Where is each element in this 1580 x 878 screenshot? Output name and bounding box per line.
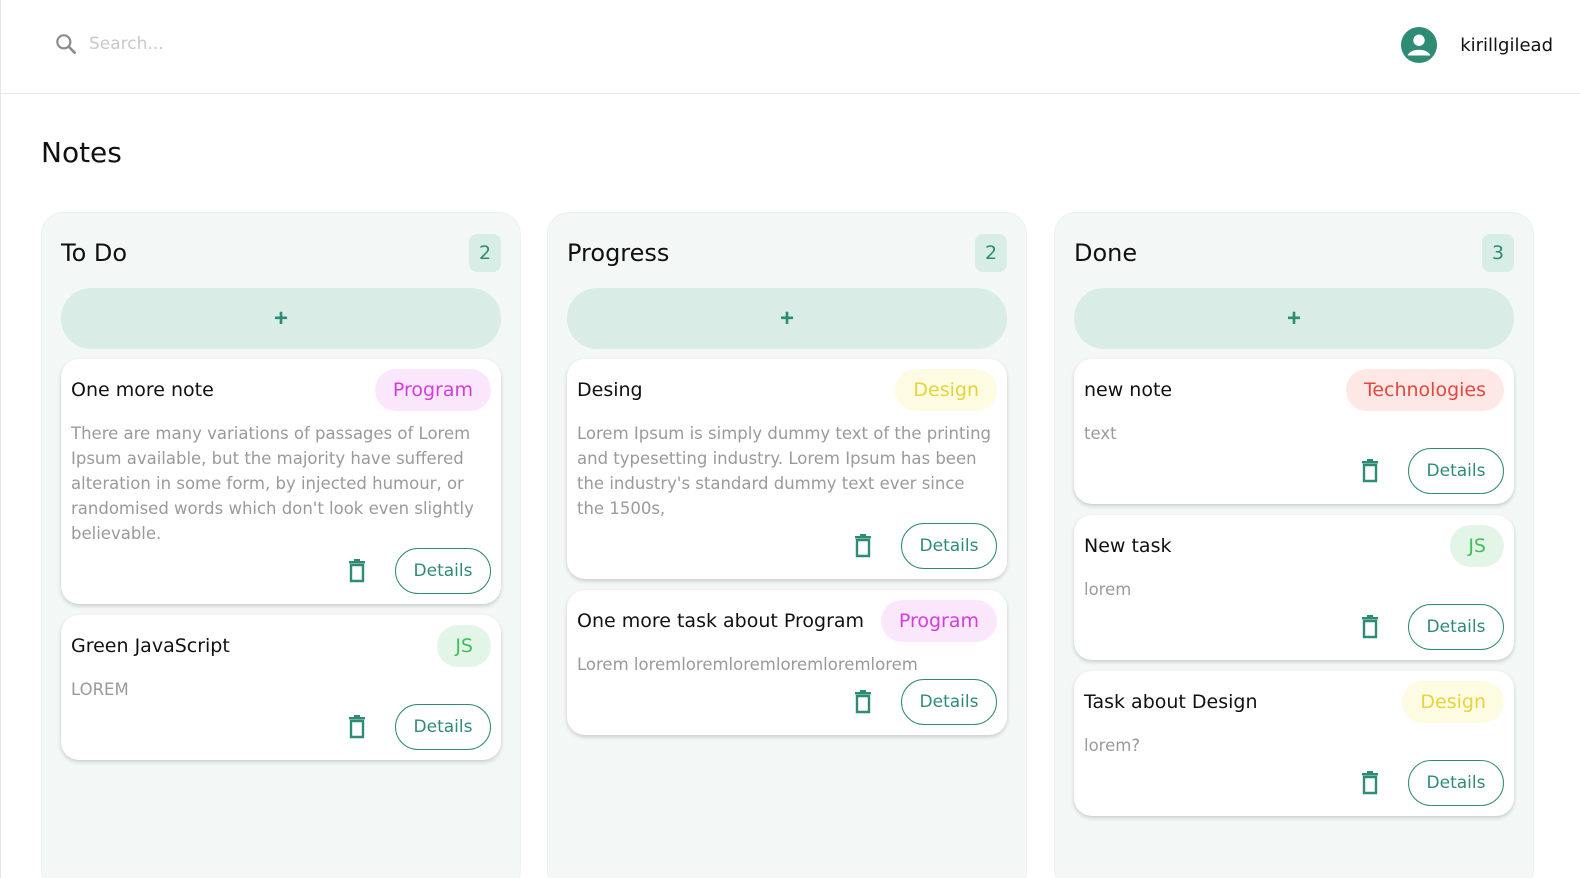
user-avatar-icon[interactable] <box>1400 26 1438 64</box>
card-title: New task <box>1084 535 1172 557</box>
card-title: One more note <box>71 379 214 401</box>
trash-icon[interactable] <box>346 715 368 739</box>
note-card[interactable]: New task JS lorem Details <box>1074 515 1514 660</box>
details-button[interactable]: Details <box>1408 760 1504 806</box>
tag-badge: Program <box>374 369 491 411</box>
trash-icon[interactable] <box>1359 615 1381 639</box>
card-description: Lorem loremloremloremloremloremlorem <box>577 655 918 674</box>
trash-icon[interactable] <box>1359 771 1381 795</box>
column-title: Progress <box>567 239 670 267</box>
column-header: Progress 2 <box>567 233 1007 273</box>
note-card[interactable]: Task about Design Design lorem? Details <box>1074 671 1514 816</box>
card-list: One more note Program There are many var… <box>61 359 501 771</box>
note-card[interactable]: One more task about Program Program Lore… <box>567 590 1007 735</box>
trash-icon[interactable] <box>346 559 368 583</box>
column-done: Done 3 + new note Technologies text Deta… <box>1054 212 1534 878</box>
column-header: Done 3 <box>1074 233 1514 273</box>
app-root: kirillgilead Notes To Do 2 + One more no… <box>0 0 1580 878</box>
card-title: Task about Design <box>1084 691 1258 713</box>
details-button[interactable]: Details <box>901 679 997 725</box>
card-list: new note Technologies text Details New t… <box>1074 359 1514 827</box>
card-description: lorem? <box>1084 736 1141 755</box>
column-count-badge: 3 <box>1482 234 1514 272</box>
trash-icon[interactable] <box>852 534 874 558</box>
add-note-button[interactable]: + <box>567 288 1007 349</box>
column-progress: Progress 2 + Desing Design Lorem Ipsum i… <box>547 212 1027 878</box>
tag-badge: Program <box>880 600 997 642</box>
card-title: Desing <box>577 379 643 401</box>
card-title: new note <box>1084 379 1173 401</box>
card-title: One more task about Program <box>577 610 865 632</box>
search-bar <box>53 30 353 58</box>
page-title: Notes <box>41 136 122 169</box>
add-note-button[interactable]: + <box>61 288 501 349</box>
tag-badge: JS <box>437 625 491 667</box>
column-count-badge: 2 <box>975 234 1007 272</box>
top-bar: kirillgilead <box>1 0 1580 94</box>
column-todo: To Do 2 + One more note Program There ar… <box>41 212 521 878</box>
details-button[interactable]: Details <box>395 548 491 594</box>
card-description: LOREM <box>71 680 129 699</box>
card-list: Desing Design Lorem Ipsum is simply dumm… <box>567 359 1007 746</box>
kanban-board: To Do 2 + One more note Program There ar… <box>41 212 1541 878</box>
details-button[interactable]: Details <box>395 704 491 750</box>
tag-badge: JS <box>1450 525 1504 567</box>
note-card[interactable]: new note Technologies text Details <box>1074 359 1514 504</box>
note-card[interactable]: Green JavaScript JS LOREM Details <box>61 615 501 760</box>
add-note-button[interactable]: + <box>1074 288 1514 349</box>
tag-badge: Technologies <box>1345 369 1504 411</box>
user-menu[interactable]: kirillgilead <box>1400 25 1553 65</box>
details-button[interactable]: Details <box>901 523 997 569</box>
tag-badge: Design <box>1402 681 1504 723</box>
details-button[interactable]: Details <box>1408 448 1504 494</box>
trash-icon[interactable] <box>852 690 874 714</box>
note-card[interactable]: One more note Program There are many var… <box>61 359 501 604</box>
column-title: Done <box>1074 239 1138 267</box>
column-header: To Do 2 <box>61 233 501 273</box>
card-description: lorem <box>1084 580 1132 599</box>
card-description: Lorem Ipsum is simply dummy text of the … <box>577 424 991 518</box>
card-description: There are many variations of passages of… <box>71 424 474 543</box>
column-count-badge: 2 <box>469 234 501 272</box>
card-title: Green JavaScript <box>71 635 230 657</box>
trash-icon[interactable] <box>1359 459 1381 483</box>
search-icon[interactable] <box>53 31 79 57</box>
search-input[interactable] <box>89 34 329 54</box>
details-button[interactable]: Details <box>1408 604 1504 650</box>
tag-badge: Design <box>895 369 997 411</box>
column-title: To Do <box>61 239 128 267</box>
card-description: text <box>1084 424 1117 443</box>
username[interactable]: kirillgilead <box>1460 35 1553 56</box>
note-card[interactable]: Desing Design Lorem Ipsum is simply dumm… <box>567 359 1007 579</box>
